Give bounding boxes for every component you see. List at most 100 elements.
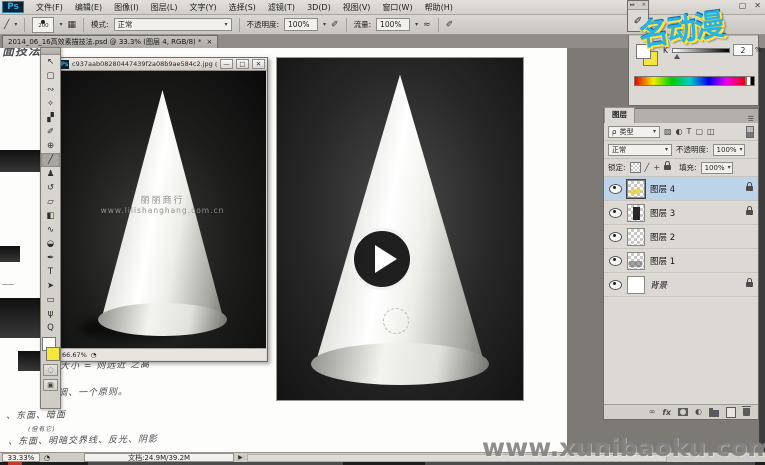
- visibility-eye-icon[interactable]: [609, 232, 622, 242]
- status-arrow-icon[interactable]: ▶: [238, 454, 243, 461]
- k-slider-marker[interactable]: [674, 54, 680, 59]
- k-value-field[interactable]: 2: [733, 44, 753, 56]
- layer-name[interactable]: 背景: [650, 279, 667, 291]
- collapsed-panel-titlebar[interactable]: ▸▸ ✕: [628, 1, 648, 10]
- layer-thumbnail[interactable]: [627, 252, 645, 270]
- filter-shape-layers-icon[interactable]: ▢: [695, 127, 703, 136]
- background-color-swatch[interactable]: [46, 347, 60, 361]
- layer-name[interactable]: 图层 4: [650, 183, 675, 195]
- quick-selection-tool[interactable]: ✧: [41, 97, 60, 111]
- layer-thumbnail[interactable]: [627, 228, 645, 246]
- visibility-eye-icon[interactable]: [609, 280, 622, 290]
- layer-row[interactable]: 图层 4: [604, 177, 758, 201]
- layer-style-icon[interactable]: fx: [662, 408, 671, 417]
- menu-select[interactable]: 选择(S): [223, 1, 262, 14]
- opacity-select[interactable]: 100%: [284, 18, 318, 31]
- menu-file[interactable]: 文件(F): [30, 1, 69, 14]
- minimize-icon[interactable]: —: [220, 59, 233, 69]
- gradient-tool[interactable]: ◧: [41, 209, 60, 223]
- zoom-level-field[interactable]: 33.33%: [2, 453, 40, 462]
- layer-name[interactable]: 图层 2: [650, 231, 675, 243]
- move-tool[interactable]: ↖: [41, 55, 60, 69]
- lock-image-pixels-icon[interactable]: ╱: [645, 163, 650, 172]
- filter-adjustment-layers-icon[interactable]: ◐: [676, 127, 683, 136]
- layer-fill-select[interactable]: 100% ▾: [701, 162, 733, 174]
- chevron-down-icon[interactable]: ▾: [14, 21, 17, 28]
- blend-mode-select[interactable]: 正常 ▾: [114, 18, 232, 31]
- layer-row[interactable]: 背景: [604, 273, 758, 297]
- palette-grip[interactable]: [41, 48, 60, 55]
- lock-all-icon[interactable]: [664, 165, 671, 170]
- flow-select[interactable]: 100%: [376, 18, 410, 31]
- foreground-color-swatch[interactable]: [636, 44, 651, 59]
- visibility-eye-icon[interactable]: [609, 208, 622, 218]
- collapse-arrows-icon[interactable]: ▸▸: [630, 2, 635, 8]
- hand-tool[interactable]: ψ: [41, 307, 60, 321]
- adjustment-layer-icon[interactable]: ◐: [695, 408, 702, 416]
- crop-tool[interactable]: ▞: [41, 111, 60, 125]
- floating-document-window[interactable]: Ps c937aab08280447439f2a08b9ae584c2.jpg …: [57, 57, 268, 362]
- screen-mode-button[interactable]: ▣: [43, 379, 58, 391]
- layer-thumbnail[interactable]: [627, 180, 645, 198]
- menu-window[interactable]: 窗口(W): [376, 1, 418, 14]
- airbrush-icon[interactable]: ≈: [423, 20, 431, 30]
- menu-help[interactable]: 帮助(H): [419, 1, 459, 14]
- dodge-tool[interactable]: ◒: [41, 237, 60, 251]
- video-play-button[interactable]: [351, 228, 413, 290]
- black-chip[interactable]: [750, 76, 755, 86]
- cone-drawing-canvas[interactable]: [277, 58, 523, 400]
- menu-filter[interactable]: 滤镜(T): [262, 1, 301, 14]
- link-layers-icon[interactable]: ∞: [649, 408, 656, 416]
- new-group-icon[interactable]: [709, 410, 719, 417]
- rectangle-tool[interactable]: ▭: [41, 293, 60, 307]
- panel-menu-icon[interactable]: ☰: [748, 115, 758, 123]
- layer-row[interactable]: 图层 1: [604, 249, 758, 273]
- healing-brush-tool[interactable]: ⊕: [41, 139, 60, 153]
- layer-name[interactable]: 图层 1: [650, 255, 675, 267]
- delete-layer-icon[interactable]: [743, 408, 750, 416]
- quick-mask-button[interactable]: ◌: [43, 364, 58, 376]
- layer-blend-mode-select[interactable]: 正常 ▾: [608, 144, 672, 156]
- visibility-eye-icon[interactable]: [609, 256, 622, 266]
- filter-pixel-layers-icon[interactable]: ▨: [664, 127, 672, 136]
- canvas-area[interactable]: 面技法 Ps c937aab08280447439f2a08b9ae584c2.…: [0, 48, 567, 452]
- marquee-tool[interactable]: ▢: [41, 69, 60, 83]
- zoom-level[interactable]: 66.67%: [62, 351, 87, 359]
- menu-view[interactable]: 视图(V): [337, 1, 377, 14]
- clone-stamp-tool[interactable]: ♟: [41, 167, 60, 181]
- add-mask-icon[interactable]: [678, 408, 688, 416]
- floating-window-titlebar[interactable]: Ps c937aab08280447439f2a08b9ae584c2.jpg …: [58, 58, 267, 71]
- brush-tool[interactable]: ╱: [41, 153, 60, 167]
- tab-layers[interactable]: 图层: [604, 107, 635, 123]
- history-brush-tool[interactable]: ↺: [41, 181, 60, 195]
- layer-row[interactable]: 图层 3: [604, 201, 758, 225]
- chevron-down-icon[interactable]: ▾: [59, 21, 62, 28]
- layer-filter-select[interactable]: ρ 类型 ▾: [608, 126, 660, 138]
- layer-opacity-select[interactable]: 100% ▾: [713, 144, 745, 156]
- chevron-down-icon[interactable]: ▾: [323, 21, 326, 28]
- menu-3d[interactable]: 3D(D): [301, 1, 337, 14]
- filter-toggle-icon[interactable]: [746, 126, 754, 138]
- type-tool[interactable]: T: [41, 265, 60, 279]
- smudge-tool[interactable]: ∿: [41, 223, 60, 237]
- menu-layer[interactable]: 图层(L): [145, 1, 184, 14]
- maximize-icon[interactable]: ▢: [739, 1, 747, 10]
- brush-panel-toggle-icon[interactable]: ▦: [67, 20, 76, 30]
- chevron-down-icon[interactable]: ▾: [415, 21, 418, 28]
- pen-tool[interactable]: ✒: [41, 251, 60, 265]
- menu-type[interactable]: 文字(Y): [183, 1, 222, 14]
- close-icon[interactable]: ✕: [642, 2, 646, 8]
- pressure-opacity-icon[interactable]: ✐: [331, 20, 339, 30]
- layer-row[interactable]: 图层 2: [604, 225, 758, 249]
- pressure-size-icon[interactable]: ✐: [446, 20, 454, 30]
- close-icon[interactable]: ✕: [252, 59, 265, 69]
- lock-transparent-pixels-icon[interactable]: [630, 162, 641, 173]
- close-icon[interactable]: ✕: [754, 1, 761, 10]
- tab-close-icon[interactable]: ×: [207, 38, 213, 46]
- layer-thumbnail[interactable]: [627, 204, 645, 222]
- k-slider-track[interactable]: [672, 48, 730, 53]
- layer-name[interactable]: 图层 3: [650, 207, 675, 219]
- new-layer-icon[interactable]: [726, 407, 736, 418]
- rotate-view-tool-icon[interactable]: ✐: [634, 16, 642, 27]
- zoom-tool[interactable]: Q: [41, 321, 60, 335]
